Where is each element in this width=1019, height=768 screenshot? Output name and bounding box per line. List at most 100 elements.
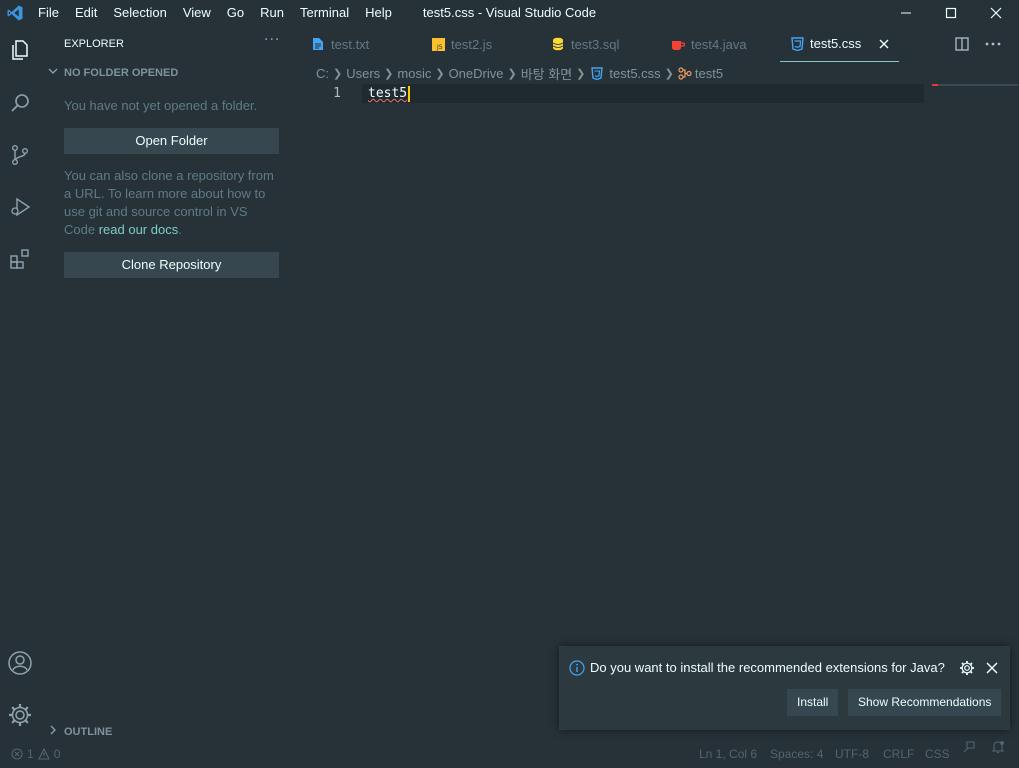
current-line-highlight (362, 84, 924, 103)
clone-text-line: a URL. To learn more about how to (64, 186, 266, 201)
split-editor-button[interactable] (952, 34, 972, 54)
show-recommendations-button[interactable]: Show Recommendations (848, 689, 1002, 716)
cursor-position-status[interactable]: Ln 1, Col 6 (699, 740, 757, 768)
close-window-button[interactable] (973, 0, 1019, 26)
breadcrumb-file[interactable]: test5.css (609, 66, 660, 81)
sidebar-more-actions[interactable]: ··· (264, 32, 280, 48)
run-debug-icon (11, 197, 31, 217)
warning-count: 0 (53, 747, 61, 761)
more-actions-button[interactable] (983, 34, 1003, 54)
chevron-right-icon: ❯ (384, 67, 394, 80)
section-title: NO FOLDER OPENED (64, 66, 179, 79)
tab-test5-css[interactable]: test5.css (780, 26, 900, 62)
menu-go[interactable]: Go (219, 0, 252, 26)
clone-text-line: use git and source control in VS (64, 204, 248, 219)
code-editor[interactable]: 1 test5 (297, 84, 1019, 640)
menu-run[interactable]: Run (252, 0, 292, 26)
tab-test-txt[interactable]: test.txt (311, 26, 369, 62)
clone-text-tail: Code (64, 222, 99, 237)
tab-test3-sql[interactable]: test3.sql (551, 26, 619, 62)
chevron-right-icon: ❯ (507, 67, 517, 80)
editor-tab-bar: test.txt JS test2.js test3.sql test4.jav… (297, 26, 1019, 62)
eol-status[interactable]: CRLF (883, 740, 914, 768)
language-mode-status[interactable]: CSS (925, 740, 950, 768)
gear-icon (9, 704, 31, 726)
encoding-status[interactable]: UTF-8 (835, 740, 869, 768)
tab-test4-java[interactable]: test4.java (671, 26, 747, 62)
info-icon (569, 660, 585, 676)
file-text-icon (311, 37, 325, 51)
clone-text-period: . (178, 222, 182, 237)
status-bar: 1 0 Ln 1, Col 6 Spaces: 4 UTF-8 CRLF CSS (0, 740, 1019, 763)
outline-title: OUTLINE (64, 725, 113, 738)
outline-section-header[interactable]: OUTLINE (48, 725, 112, 738)
manage-activity[interactable] (6, 701, 34, 729)
close-icon (990, 7, 1002, 19)
search-activity[interactable] (6, 89, 34, 117)
extension-recommendation-toast: Do you want to install the recommended e… (559, 646, 1010, 730)
java-icon (671, 37, 685, 51)
menu-file[interactable]: File (30, 0, 67, 26)
read-docs-link[interactable]: read our docs (99, 222, 179, 237)
feedback-icon (963, 741, 975, 753)
chevron-right-icon: ❯ (576, 67, 586, 80)
svg-text:JS: JS (436, 44, 443, 51)
menu-help[interactable]: Help (357, 0, 400, 26)
install-button[interactable]: Install (787, 689, 839, 716)
tab-label: test4.java (691, 36, 747, 52)
open-folder-button[interactable]: Open Folder (64, 128, 279, 154)
tab-test2-js[interactable]: JS test2.js (431, 26, 492, 62)
close-tab-icon[interactable] (879, 36, 889, 52)
vscode-logo-icon[interactable] (6, 4, 24, 22)
account-icon (8, 651, 32, 675)
accounts-activity[interactable] (6, 649, 34, 677)
extensions-icon (10, 249, 29, 269)
code-line[interactable]: test5 (368, 85, 411, 103)
menu-terminal[interactable]: Terminal (292, 0, 357, 26)
notification-close-button[interactable] (986, 662, 998, 674)
menu-selection[interactable]: Selection (105, 0, 174, 26)
error-icon (11, 748, 23, 760)
notifications-button[interactable] (991, 740, 1005, 754)
no-folder-section-header[interactable]: NO FOLDER OPENED (48, 66, 178, 79)
css-icon (790, 36, 804, 51)
error-count: 1 (27, 747, 34, 761)
feedback-button[interactable] (962, 740, 976, 754)
database-icon (551, 37, 565, 51)
chevron-right-icon: ❯ (435, 67, 445, 80)
indentation-status[interactable]: Spaces: 4 (770, 740, 823, 768)
text-cursor (408, 85, 411, 102)
clone-text-line: Code read our docs. (64, 221, 280, 239)
chevron-down-icon (48, 66, 64, 79)
menu-edit[interactable]: Edit (67, 0, 105, 26)
problems-status[interactable]: 1 0 (11, 740, 60, 768)
run-debug-activity[interactable] (6, 193, 34, 221)
breadcrumb-item[interactable]: OneDrive (449, 66, 504, 81)
maximize-icon (945, 7, 957, 19)
line-number: 1 (333, 86, 341, 101)
symbol-icon (678, 66, 692, 80)
split-editor-icon (955, 37, 969, 51)
tab-label: test3.sql (571, 36, 620, 52)
js-icon: JS (431, 37, 445, 51)
breadcrumb-item[interactable]: C: (316, 66, 329, 81)
breadcrumb-item[interactable]: Users (346, 66, 380, 81)
notification-settings-button[interactable] (959, 660, 975, 676)
source-control-activity[interactable] (6, 141, 34, 169)
css-icon (591, 66, 604, 80)
menu-view[interactable]: View (175, 0, 219, 26)
close-icon (986, 662, 998, 674)
clone-repository-button[interactable]: Clone Repository (64, 252, 279, 278)
warning-icon (37, 748, 50, 760)
breadcrumb-item[interactable]: 바탕 화면 (521, 64, 572, 83)
extensions-activity[interactable] (6, 245, 34, 273)
explorer-activity[interactable] (6, 36, 34, 64)
breadcrumb-item[interactable]: mosic (397, 66, 431, 81)
explorer-sidebar: EXPLORER ··· NO FOLDER OPENED You have n… (40, 26, 297, 740)
minimize-button[interactable] (883, 0, 929, 26)
maximize-button[interactable] (928, 0, 974, 26)
no-folder-message: You have not yet opened a folder. (64, 98, 258, 113)
tab-label: test5.css (810, 36, 862, 51)
source-control-icon (11, 145, 28, 166)
breadcrumb-symbol[interactable]: test5 (695, 66, 723, 81)
